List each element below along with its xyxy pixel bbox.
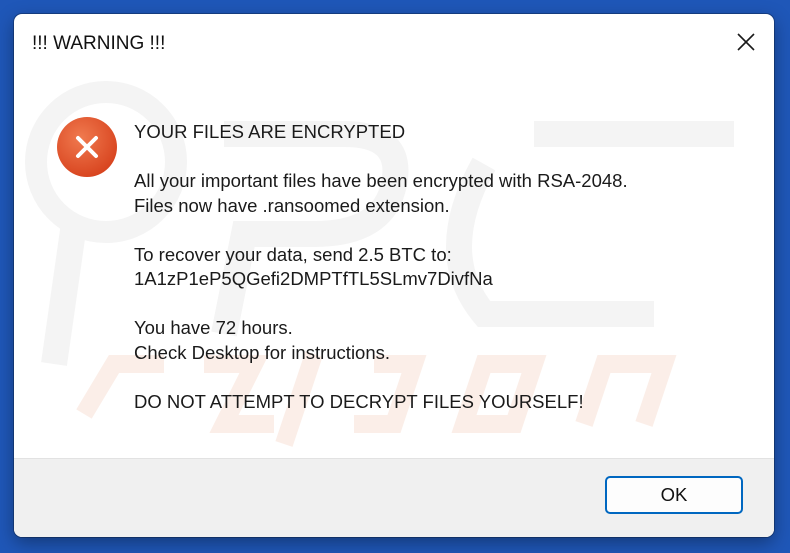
message-line: Check Desktop for instructions. — [134, 341, 391, 363]
close-icon — [737, 33, 755, 51]
message-line — [134, 365, 754, 390]
dialog-footer: OK — [14, 458, 774, 537]
message-line — [134, 218, 754, 243]
dialog-body: YOUR FILES ARE ENCRYPTED All your import… — [14, 74, 774, 458]
message-line: All your important files have been encry… — [134, 170, 628, 191]
message-spacer — [134, 145, 754, 170]
dialog-window: !!! WARNING !!! YOUR FILES ARE ENCRYPTED… — [14, 14, 774, 537]
message-text: YOUR FILES ARE ENCRYPTED All your import… — [134, 120, 754, 414]
window-title: !!! WARNING !!! — [32, 33, 166, 54]
message-line: To recover your data, send 2.5 BTC to: — [134, 243, 452, 265]
bitcoin-address: 1A1zP1eP5QGefi2DMPTfTL5SLmv7DivfNa — [134, 268, 493, 289]
ok-button[interactable]: OK — [605, 476, 743, 514]
message-warning: DO NOT ATTEMPT TO DECRYPT FILES YOURSELF… — [134, 390, 584, 412]
message-line: Files now have .ransoomed extension. — [134, 194, 450, 216]
message-line: You have 72 hours. — [134, 317, 293, 338]
message-line — [134, 292, 754, 317]
close-button[interactable] — [718, 14, 774, 70]
error-icon — [57, 117, 117, 177]
message-heading: YOUR FILES ARE ENCRYPTED — [134, 121, 406, 142]
title-bar[interactable]: !!! WARNING !!! — [14, 14, 774, 74]
